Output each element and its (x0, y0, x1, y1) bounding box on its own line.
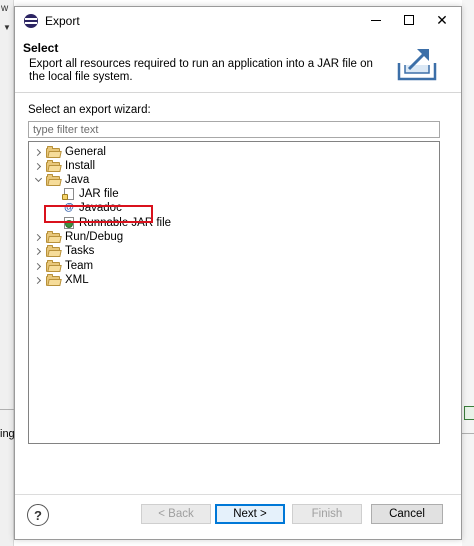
title-bar[interactable]: Export ✕ (15, 7, 461, 35)
chevron-right-icon[interactable] (33, 259, 43, 273)
folder-icon (46, 230, 62, 243)
chevron-right-icon[interactable] (33, 244, 43, 258)
minimize-button[interactable] (360, 7, 392, 33)
close-button[interactable]: ✕ (426, 7, 458, 33)
finish-button[interactable]: Finish (292, 504, 362, 524)
back-button[interactable]: < Back (141, 504, 211, 524)
javadoc-icon: @ (64, 201, 74, 213)
folder-icon (46, 159, 62, 172)
runnable-jar-icon (63, 216, 75, 230)
background-window-left-edge (0, 0, 14, 546)
tree-item-label: Run/Debug (65, 231, 124, 243)
close-icon: ✕ (436, 11, 448, 28)
wizard-tree[interactable]: General Install Java JAR file @ Javadoc … (28, 141, 440, 444)
wizard-list-label: Select an export wizard: (28, 104, 151, 116)
tree-item-tasks[interactable]: Tasks (33, 244, 94, 258)
export-dialog: Export ✕ Select Export all resources req… (14, 6, 462, 540)
chevron-right-icon[interactable] (33, 230, 43, 244)
folder-open-icon (46, 173, 62, 186)
help-button[interactable]: ? (27, 504, 49, 526)
tree-item-label: Tasks (65, 245, 95, 257)
folder-icon (46, 244, 62, 257)
tree-item-xml[interactable]: XML (33, 273, 89, 287)
tree-item-label: General (65, 146, 106, 158)
page-title: Select (23, 41, 59, 55)
export-banner-icon (397, 49, 437, 81)
tree-item-label: XML (65, 274, 89, 286)
tree-item-runnable-jar-file[interactable]: Runnable JAR file (61, 216, 171, 230)
minimize-icon (371, 19, 381, 21)
background-divider (0, 409, 14, 410)
wizard-body: Select an export wizard: General Install… (15, 94, 461, 494)
tree-item-javadoc[interactable]: @ Javadoc (61, 201, 122, 215)
tree-item-java[interactable]: Java (33, 173, 89, 187)
background-dropdown-arrow-icon: ▼ (3, 23, 11, 32)
background-text-fragment: ing (0, 428, 15, 440)
tree-item-general[interactable]: General (33, 145, 106, 159)
chevron-right-icon[interactable] (33, 159, 43, 173)
window-title: Export (45, 14, 80, 28)
jar-file-icon (62, 187, 75, 201)
chevron-right-icon[interactable] (33, 145, 43, 159)
page-description: Export all resources required to run an … (29, 58, 373, 83)
tree-item-label: Team (65, 260, 94, 272)
tree-item-team[interactable]: Team (33, 259, 93, 273)
tree-item-label: Javadoc (79, 202, 122, 214)
cancel-button[interactable]: Cancel (371, 504, 443, 524)
tree-item-run-debug[interactable]: Run/Debug (33, 230, 123, 244)
maximize-icon (404, 15, 414, 25)
folder-icon (46, 145, 62, 158)
maximize-button[interactable] (393, 7, 425, 33)
tree-item-label: JAR file (79, 188, 119, 200)
tree-item-label: Runnable JAR file (79, 217, 172, 229)
tree-item-install[interactable]: Install (33, 159, 95, 173)
background-divider-right (462, 433, 474, 434)
next-button[interactable]: Next > (215, 504, 285, 524)
folder-icon (46, 273, 62, 286)
background-toolbar-icon (464, 406, 474, 420)
eclipse-app-icon (24, 14, 38, 28)
folder-icon (46, 259, 62, 272)
tree-item-label: Java (65, 174, 90, 186)
tree-item-jar-file[interactable]: JAR file (61, 187, 119, 201)
chevron-down-icon[interactable] (33, 173, 43, 187)
tree-item-label: Install (65, 160, 96, 172)
wizard-header: Select Export all resources required to … (15, 35, 461, 93)
chevron-right-icon[interactable] (33, 273, 43, 287)
button-bar-divider (15, 494, 461, 495)
background-menu-fragment: w (1, 3, 9, 14)
filter-input[interactable] (28, 121, 440, 138)
background-window-right-edge (462, 0, 474, 546)
